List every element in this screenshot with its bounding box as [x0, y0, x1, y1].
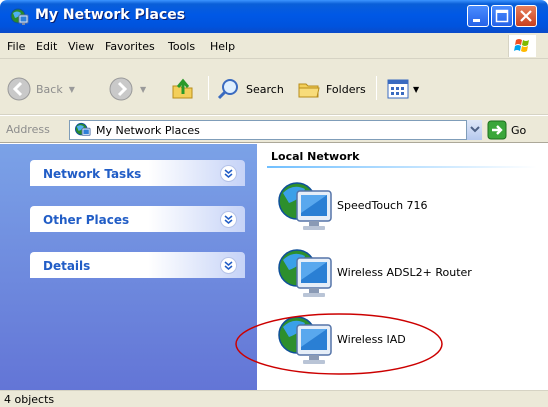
task-group-title: Details: [43, 259, 91, 273]
task-group-title: Other Places: [43, 213, 130, 227]
network-item-label: Wireless IAD: [337, 333, 406, 346]
task-pane: Network Tasks Other Places Details: [0, 144, 257, 390]
address-field[interactable]: My Network Places: [69, 120, 481, 140]
views-grid-icon: [387, 79, 409, 99]
up-folder-icon: [172, 78, 193, 99]
minimize-icon: [473, 19, 480, 22]
close-button[interactable]: [515, 5, 537, 27]
search-label: Search: [246, 82, 284, 96]
content-pane: Local Network SpeedTouch 716 Wireless AD…: [257, 144, 548, 390]
menu-bar: File Edit View Favorites Tools Help: [0, 33, 548, 59]
chevron-down-icon: [470, 126, 480, 133]
menu-edit[interactable]: Edit: [36, 40, 57, 53]
expand-chevron-icon[interactable]: [220, 165, 237, 182]
windows-flag-icon: [514, 39, 529, 52]
network-places-icon: [10, 8, 29, 25]
back-arrow-icon: [7, 77, 31, 101]
status-bar: 4 objects: [0, 390, 548, 407]
network-places-icon: [75, 122, 91, 136]
toolbar: Back ▼ ▼ Search Folders ▼: [0, 59, 548, 115]
back-button[interactable]: Back ▼: [6, 75, 75, 103]
maximize-icon: [495, 9, 509, 23]
forward-arrow-icon: [109, 77, 133, 101]
network-item-label: SpeedTouch 716: [337, 199, 428, 212]
views-dropdown-icon[interactable]: ▼: [413, 85, 419, 94]
section-title: Local Network: [271, 150, 360, 163]
address-value: My Network Places: [96, 124, 200, 137]
network-computer-icon: [278, 249, 332, 297]
task-group-details[interactable]: Details: [30, 252, 245, 278]
task-group-other-places[interactable]: Other Places: [30, 206, 245, 232]
windows-logo: [508, 35, 536, 57]
go-label: Go: [511, 123, 527, 137]
back-dropdown-icon[interactable]: ▼: [69, 85, 75, 94]
network-computer-icon: [278, 316, 332, 364]
folders-icon: [298, 83, 320, 98]
menu-favorites[interactable]: Favorites: [105, 40, 155, 53]
maximize-button[interactable]: [491, 5, 513, 27]
window-title: My Network Places: [35, 7, 186, 23]
menu-file[interactable]: File: [7, 40, 25, 53]
network-item-label: Wireless ADSL2+ Router: [337, 266, 472, 279]
folders-label: Folders: [326, 82, 366, 96]
title-bar[interactable]: My Network Places: [0, 0, 548, 33]
up-folder-button[interactable]: [170, 75, 196, 103]
address-bar: Address My Network Places Go: [0, 116, 548, 143]
menu-view[interactable]: View: [68, 40, 94, 53]
toolbar-separator: [208, 76, 209, 100]
expand-chevron-icon[interactable]: [220, 257, 237, 274]
address-dropdown-button[interactable]: [466, 120, 482, 140]
search-icon: [217, 79, 238, 100]
network-item-wireless-adsl2-router[interactable]: Wireless ADSL2+ Router: [275, 244, 545, 300]
search-button[interactable]: Search: [216, 75, 284, 103]
toolbar-separator: [376, 76, 377, 100]
folders-button[interactable]: Folders: [296, 75, 366, 103]
minimize-button[interactable]: [467, 5, 489, 27]
go-button[interactable]: Go: [487, 120, 526, 140]
forward-button[interactable]: ▼: [108, 75, 146, 103]
task-group-title: Network Tasks: [43, 167, 142, 181]
menu-tools[interactable]: Tools: [168, 40, 195, 53]
views-button[interactable]: ▼: [386, 75, 419, 103]
section-divider: [267, 166, 537, 168]
network-item-wireless-iad[interactable]: Wireless IAD: [275, 311, 545, 367]
task-group-network-tasks[interactable]: Network Tasks: [30, 160, 245, 186]
status-text: 4 objects: [4, 393, 55, 406]
menu-help[interactable]: Help: [210, 40, 235, 53]
back-label: Back: [36, 82, 63, 96]
address-label: Address: [6, 123, 50, 136]
network-computer-icon: [278, 182, 332, 230]
close-icon: [520, 10, 532, 22]
expand-chevron-icon[interactable]: [220, 211, 237, 228]
network-item-speedtouch[interactable]: SpeedTouch 716: [275, 177, 545, 233]
go-arrow-icon: [487, 120, 507, 140]
forward-dropdown-icon[interactable]: ▼: [140, 85, 146, 94]
